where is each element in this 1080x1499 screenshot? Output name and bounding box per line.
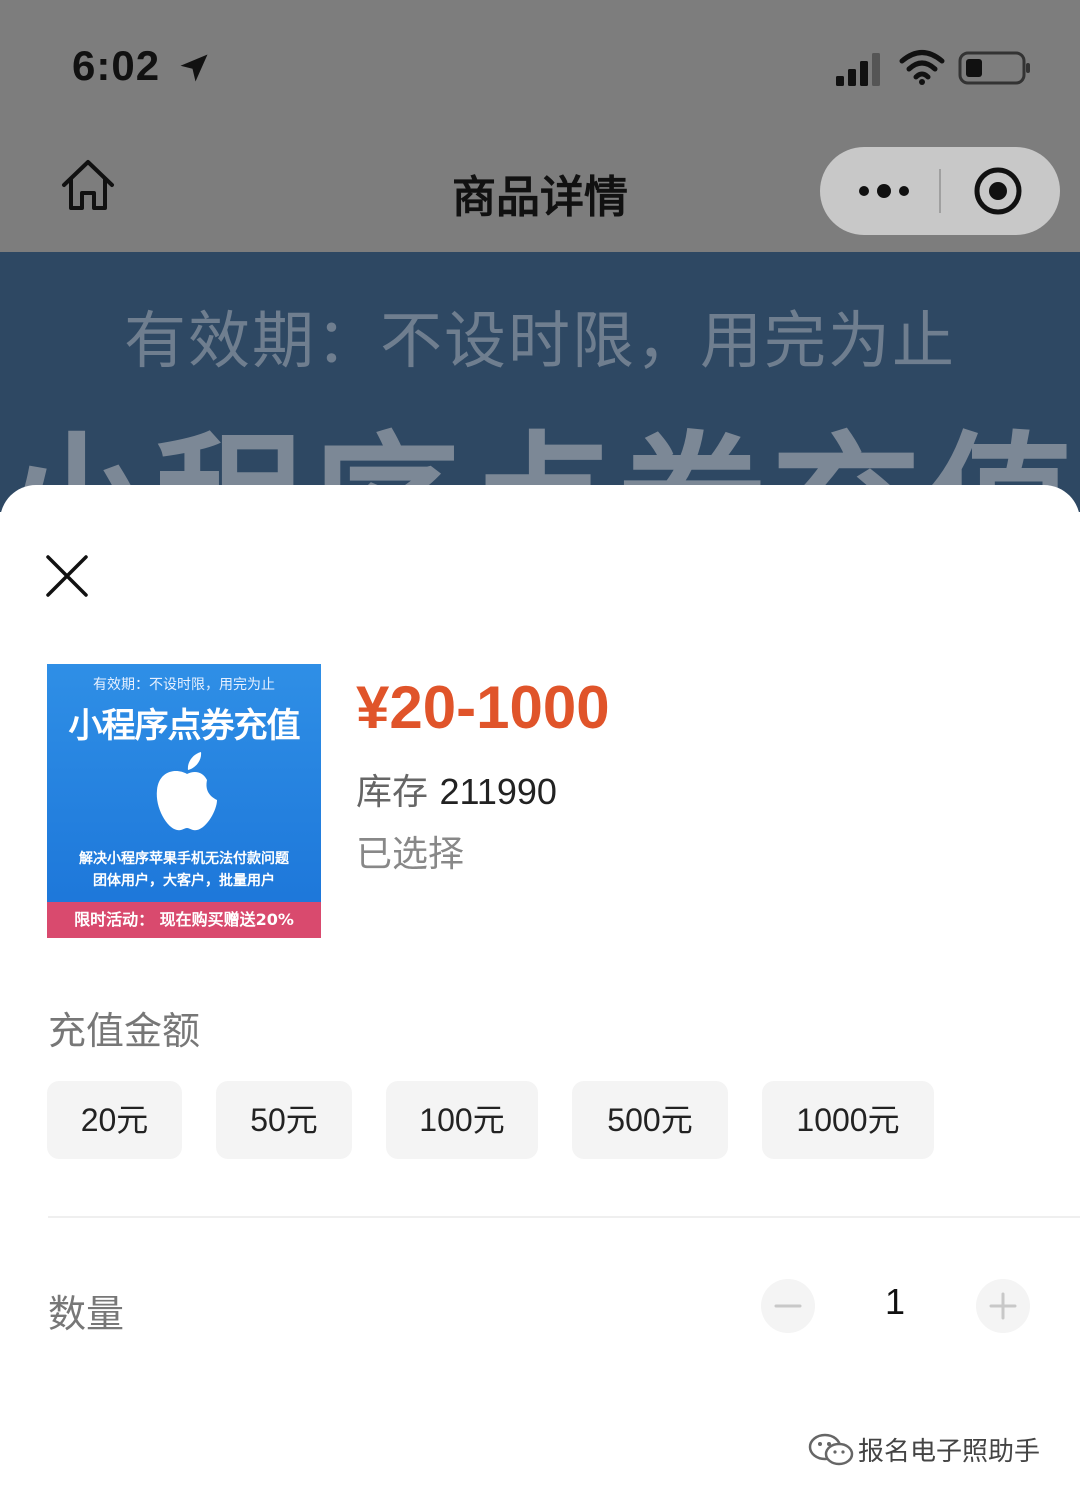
amount-option-20[interactable]: 20元 bbox=[47, 1081, 182, 1159]
status-bar: 6:02 bbox=[0, 0, 1080, 135]
thumbnail-title: 小程序点券充值 bbox=[68, 706, 301, 746]
nav-bar: 商品详情 bbox=[0, 135, 1080, 252]
close-program-icon[interactable] bbox=[972, 165, 1024, 217]
status-time: 6:02 bbox=[72, 42, 161, 89]
quantity-value[interactable]: 1 bbox=[870, 1281, 920, 1323]
thumbnail-line-2: 团体用户，大客户，批量用户 bbox=[93, 873, 275, 889]
thumbnail-subtitle: 有效期：不设时限，用完为止 bbox=[93, 677, 275, 693]
close-icon[interactable] bbox=[44, 553, 90, 599]
stock-label: 库存 bbox=[356, 772, 429, 813]
product-thumbnail: 有效期：不设时限，用完为止 小程序点券充值 解决小程序苹果手机无法付款问题 团体… bbox=[47, 664, 321, 938]
location-arrow-icon bbox=[180, 54, 208, 82]
amount-option-500[interactable]: 500元 bbox=[572, 1081, 728, 1159]
quantity-label: 数量 bbox=[48, 1292, 125, 1336]
thumbnail-promo-banner: 限时活动： 现在购买赠送20% bbox=[47, 902, 321, 938]
more-icon[interactable] bbox=[854, 179, 914, 203]
stock-info: 库存 211990 bbox=[356, 763, 557, 815]
capsule-divider bbox=[939, 169, 941, 213]
cellular-signal-icon bbox=[836, 53, 880, 86]
thumbnail-line-1: 解决小程序苹果手机无法付款问题 bbox=[79, 851, 289, 867]
quantity-increment-button[interactable] bbox=[976, 1279, 1030, 1333]
stock-value: 211990 bbox=[439, 771, 557, 812]
battery-icon bbox=[958, 51, 1030, 85]
minus-icon bbox=[774, 1304, 802, 1308]
wechat-icon bbox=[808, 1433, 854, 1466]
price-range: ¥20-1000 bbox=[356, 674, 610, 741]
mini-program-capsule bbox=[820, 147, 1060, 235]
amount-option-1000[interactable]: 1000元 bbox=[762, 1081, 934, 1159]
amount-option-100[interactable]: 100元 bbox=[386, 1081, 538, 1159]
sku-selection-sheet: 有效期：不设时限，用完为止 小程序点券充值 解决小程序苹果手机无法付款问题 团体… bbox=[0, 485, 1080, 1499]
section-divider bbox=[48, 1216, 1080, 1218]
quantity-decrement-button[interactable] bbox=[761, 1279, 815, 1333]
product-banner: 有效期：不设时限，用完为止 小程序点券充值 bbox=[0, 252, 1080, 512]
apple-logo-icon bbox=[156, 752, 217, 831]
amount-section-label: 充值金额 bbox=[48, 1009, 201, 1053]
wifi-icon bbox=[899, 50, 945, 85]
banner-subtitle: 有效期：不设时限，用完为止 bbox=[123, 304, 956, 377]
selected-label: 已选择 bbox=[356, 834, 465, 875]
amount-option-50[interactable]: 50元 bbox=[216, 1081, 352, 1159]
plus-icon bbox=[989, 1292, 1017, 1320]
watermark-text: 报名电子照助手 bbox=[858, 1437, 1041, 1467]
